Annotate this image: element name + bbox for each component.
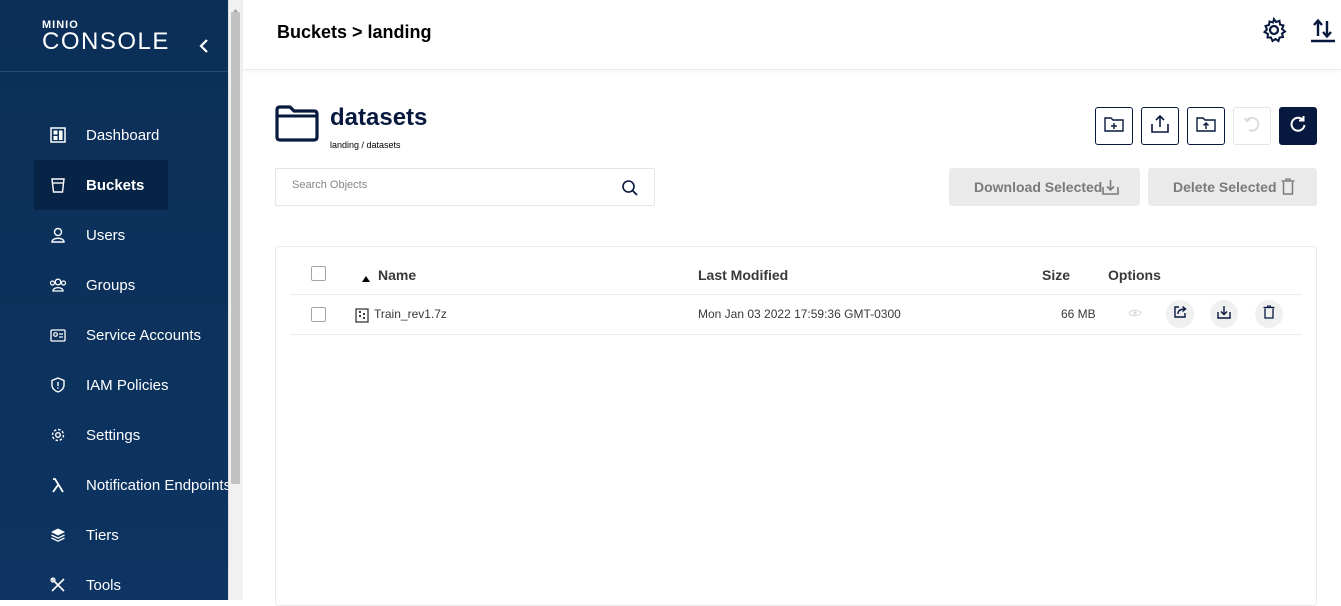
delete-selected-label: Delete Selected <box>1173 179 1277 195</box>
column-header-options: Options <box>1108 267 1161 283</box>
sidebar-item-buckets[interactable]: Buckets <box>34 160 168 210</box>
sidebar-item-tools[interactable]: Tools <box>34 560 228 600</box>
table-header-divider <box>290 294 1302 295</box>
rewind-icon <box>1242 114 1262 139</box>
row-checkbox[interactable] <box>311 307 326 322</box>
upload-icon <box>1150 114 1170 139</box>
column-header-name[interactable]: Name <box>378 267 416 283</box>
scroll-up-arrow-icon[interactable] <box>231 2 240 13</box>
upload-folder-button[interactable] <box>1187 107 1225 145</box>
refresh-button[interactable] <box>1279 107 1317 145</box>
lambda-icon <box>48 475 68 495</box>
groups-icon <box>48 275 68 295</box>
folder-icon <box>274 103 320 143</box>
dashboard-icon <box>48 125 68 145</box>
delete-object-button[interactable] <box>1255 300 1283 328</box>
gear-icon <box>48 425 68 445</box>
download-icon <box>1217 305 1231 324</box>
user-icon <box>48 225 68 245</box>
sidebar-item-users[interactable]: Users <box>34 210 228 260</box>
object-last-modified: Mon Jan 03 2022 17:59:36 GMT-0300 <box>698 307 901 321</box>
sidebar-item-settings[interactable]: Settings <box>34 410 228 460</box>
search-input[interactable] <box>292 179 612 191</box>
upload-file-button[interactable] <box>1141 107 1179 145</box>
preview-button[interactable] <box>1121 300 1149 328</box>
logo-product: CONSOLE <box>42 28 170 55</box>
share-button[interactable] <box>1166 300 1194 328</box>
sidebar-item-label: Settings <box>86 426 141 444</box>
objects-table <box>275 246 1317 606</box>
sidebar-item-label: Users <box>86 226 126 244</box>
sidebar-item-dashboard[interactable]: Dashboard <box>34 110 228 160</box>
collapse-sidebar-chevron-left-icon[interactable] <box>196 36 212 56</box>
bucket-icon <box>48 175 68 195</box>
download-selected-button[interactable]: Download Selected <box>949 168 1140 206</box>
sidebar-divider <box>0 71 228 72</box>
sidebar-item-iam-policies[interactable]: IAM Policies <box>34 360 228 410</box>
create-folder-button[interactable] <box>1095 107 1133 145</box>
layers-icon <box>48 525 68 545</box>
page-title: datasets <box>330 104 428 131</box>
rewind-button[interactable] <box>1233 107 1271 145</box>
shield-icon <box>48 375 68 395</box>
object-size: 66 MB <box>1061 307 1096 321</box>
select-all-checkbox[interactable] <box>311 266 326 281</box>
settings-gear-icon[interactable] <box>1260 16 1288 44</box>
object-path: landing / datasets <box>330 140 401 150</box>
refresh-icon <box>1288 114 1308 139</box>
sidebar-item-groups[interactable]: Groups <box>34 260 228 310</box>
upload-folder-icon <box>1196 115 1216 138</box>
sidebar-item-label: Groups <box>86 276 136 294</box>
sidebar-item-label: IAM Policies <box>86 376 169 394</box>
minio-console-logo[interactable]: MINIO CONSOLE <box>42 20 170 55</box>
delete-selected-button[interactable]: Delete Selected <box>1148 168 1317 206</box>
column-header-last-modified[interactable]: Last Modified <box>698 267 788 283</box>
eye-icon <box>1128 305 1142 323</box>
sidebar-item-label: Buckets <box>86 176 145 194</box>
new-folder-icon <box>1104 115 1124 138</box>
search-box[interactable] <box>275 168 655 206</box>
sidebar-item-label: Service Accounts <box>86 326 202 344</box>
sidebar-item-service-accounts[interactable]: Service Accounts <box>34 310 228 360</box>
sort-ascending-icon[interactable] <box>361 270 371 288</box>
archive-file-icon <box>355 308 369 328</box>
sidebar: MINIO CONSOLE Dashboard Buckets Users Gr… <box>0 0 228 600</box>
page-header: Buckets > landing <box>243 0 1341 70</box>
share-icon <box>1173 305 1187 324</box>
download-icon <box>1102 179 1119 198</box>
breadcrumb[interactable]: Buckets > landing <box>277 22 432 43</box>
upload-download-icon[interactable] <box>1309 16 1337 44</box>
service-accounts-icon <box>48 325 68 345</box>
trash-icon <box>1281 178 1295 198</box>
search-icon[interactable] <box>621 179 639 202</box>
table-row-divider <box>290 334 1302 335</box>
trash-icon <box>1263 304 1275 324</box>
sidebar-item-label: Tools <box>86 576 122 594</box>
download-selected-label: Download Selected <box>974 179 1103 195</box>
object-name[interactable]: Train_rev1.7z <box>374 307 447 321</box>
sidebar-item-tiers[interactable]: Tiers <box>34 510 228 560</box>
sidebar-item-label: Tiers <box>86 526 119 544</box>
sidebar-item-label: Dashboard <box>86 126 160 144</box>
download-object-button[interactable] <box>1210 300 1238 328</box>
column-header-size[interactable]: Size <box>1042 267 1070 283</box>
scrollbar-thumb[interactable] <box>231 12 240 484</box>
tools-icon <box>48 575 68 595</box>
sidebar-item-label: Notification Endpoints <box>86 476 228 494</box>
sidebar-item-notification-endpoints[interactable]: Notification Endpoints <box>34 460 228 510</box>
